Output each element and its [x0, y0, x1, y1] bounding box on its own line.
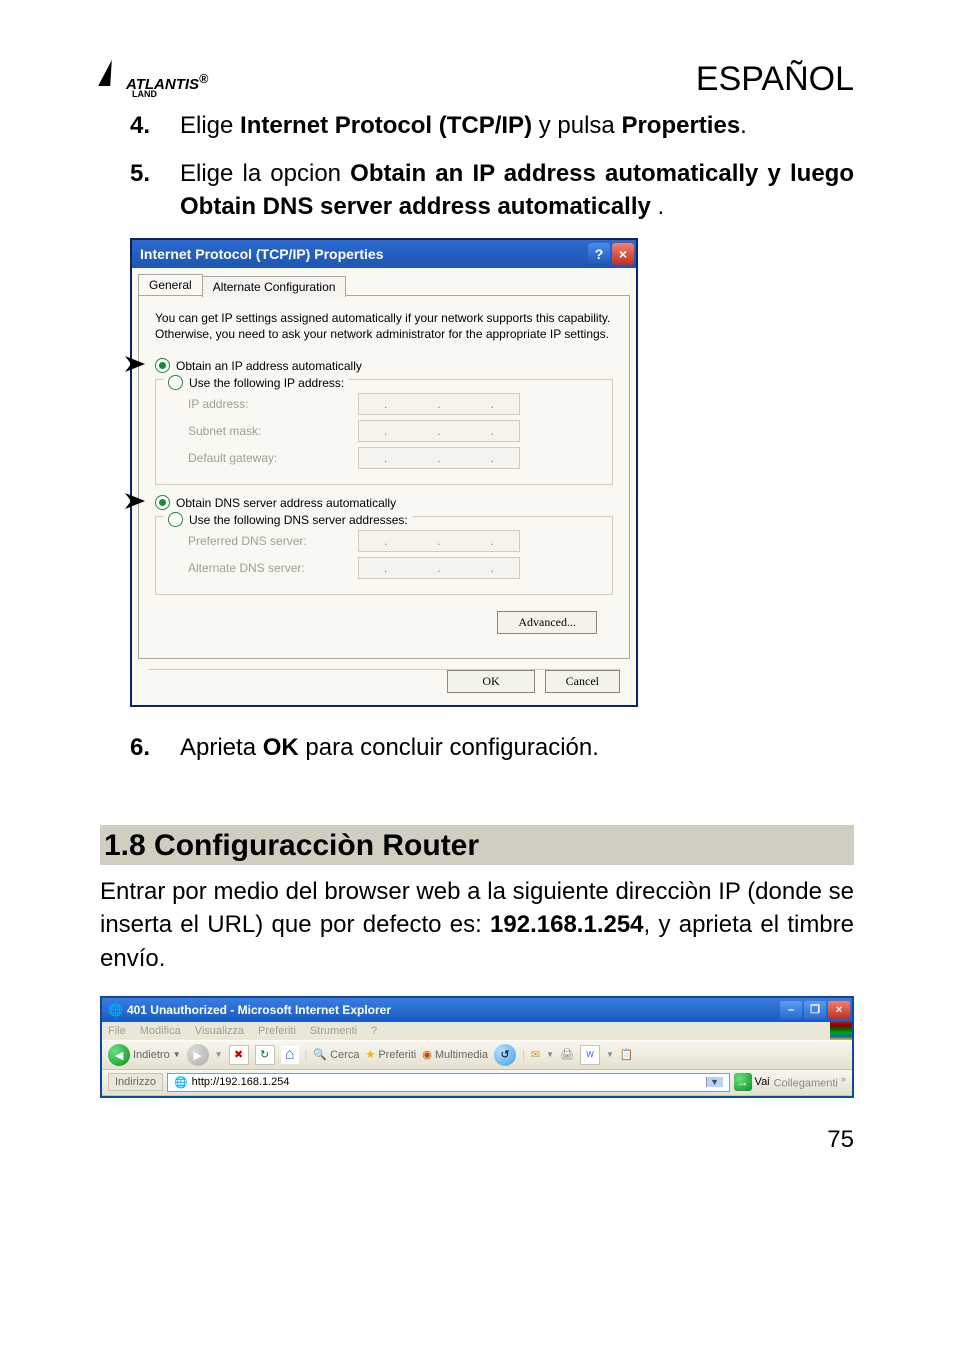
section-paragraph: Entrar por medio del browser web a la si… [100, 875, 854, 976]
back-button[interactable]: ◄Indietro ▼ [108, 1044, 181, 1066]
dialog-titlebar: Internet Protocol (TCP/IP) Properties ? … [132, 240, 636, 268]
tab-alternate-config[interactable]: Alternate Configuration [202, 276, 347, 297]
pointer-arrow-icon [123, 354, 151, 377]
step-5: 5. Elige la opcion Obtain an IP address … [130, 157, 854, 224]
menu-tools[interactable]: Strumenti [310, 1025, 357, 1037]
menu-help[interactable]: ? [371, 1025, 377, 1037]
step-6: 6. Aprieta OK para concluir configuració… [130, 731, 854, 765]
page-number: 75 [100, 1126, 854, 1154]
ie-titlebar: 🌐 401 Unauthorized - Microsoft Internet … [102, 998, 852, 1022]
alternate-dns-input[interactable]: ... [358, 557, 520, 579]
windows-logo-icon [830, 1022, 852, 1040]
discuss-button[interactable]: 📋 [620, 1048, 634, 1061]
default-gateway-input[interactable]: ... [358, 447, 520, 469]
page-icon: 🌐 [174, 1076, 188, 1089]
favorites-button[interactable]: ★Preferiti [365, 1048, 416, 1061]
address-input[interactable]: 🌐 http://192.168.1.254 ▼ [167, 1073, 730, 1092]
print-button[interactable]: 🖨 [560, 1048, 574, 1061]
ie-page-icon: 🌐 [108, 1003, 123, 1017]
help-button[interactable]: ? [588, 243, 610, 265]
menu-favorites[interactable]: Preferiti [258, 1025, 296, 1037]
advanced-button[interactable]: Advanced... [497, 611, 597, 634]
radio-use-dns[interactable]: Use the following DNS server addresses: [164, 512, 412, 527]
dns-fieldset: Use the following DNS server addresses: … [155, 516, 613, 595]
pointer-arrow-icon [123, 491, 151, 514]
brand-logo: ATLANTIS® LAND [100, 72, 208, 99]
radio-icon [155, 495, 170, 510]
menu-file[interactable]: File [108, 1025, 126, 1037]
radio-icon [168, 512, 183, 527]
address-dropdown-icon[interactable]: ▼ [706, 1077, 723, 1087]
preferred-dns-input[interactable]: ... [358, 530, 520, 552]
menu-edit[interactable]: Modifica [140, 1025, 181, 1037]
radio-icon [155, 358, 170, 373]
forward-button[interactable]: ► [187, 1044, 209, 1066]
search-button[interactable]: 🔍Cerca [313, 1048, 359, 1061]
page-language: ESPAÑOL [696, 60, 854, 99]
alternate-dns-label: Alternate DNS server: [188, 561, 358, 575]
edit-button[interactable]: W [580, 1045, 600, 1065]
links-label[interactable]: Collegamenti » [774, 1074, 846, 1090]
home-button[interactable]: ⌂ [281, 1046, 299, 1064]
ip-address-label: IP address: [188, 397, 358, 411]
minimize-button[interactable]: – [780, 1001, 802, 1019]
subnet-mask-input[interactable]: ... [358, 420, 520, 442]
subnet-mask-label: Subnet mask: [188, 424, 358, 438]
step-4: 4. Elige Internet Protocol (TCP/IP) y pu… [130, 109, 854, 143]
preferred-dns-label: Preferred DNS server: [188, 534, 358, 548]
mail-button[interactable]: ✉ [531, 1048, 540, 1061]
radio-use-ip[interactable]: Use the following IP address: [164, 375, 348, 390]
dialog-intro-text: You can get IP settings assigned automat… [155, 310, 613, 342]
cancel-button[interactable]: Cancel [545, 670, 620, 693]
ie-addressbar: Indirizzo 🌐 http://192.168.1.254 ▼ →Vai … [102, 1070, 852, 1096]
radio-obtain-dns[interactable]: Obtain DNS server address automatically [155, 495, 613, 510]
tab-general[interactable]: General [138, 274, 203, 295]
ok-button[interactable]: OK [447, 670, 534, 693]
ie-title-text: 401 Unauthorized - Microsoft Internet Ex… [127, 1003, 391, 1017]
address-label: Indirizzo [108, 1073, 163, 1091]
close-button[interactable]: × [612, 243, 634, 265]
ip-address-input[interactable]: ... [358, 393, 520, 415]
radio-obtain-ip[interactable]: Obtain an IP address automatically [155, 358, 613, 373]
close-button[interactable]: × [828, 1001, 850, 1019]
section-heading: 1.8 Configuracciòn Router [100, 825, 854, 865]
refresh-button[interactable]: ↻ [255, 1045, 275, 1065]
radio-icon [168, 375, 183, 390]
ie-menubar: File Modifica Visualizza Preferiti Strum… [102, 1023, 830, 1039]
dialog-title: Internet Protocol (TCP/IP) Properties [140, 246, 383, 262]
history-button[interactable]: ↺ [494, 1044, 516, 1066]
dialog-tabs: General Alternate Configuration [132, 268, 636, 295]
default-gateway-label: Default gateway: [188, 451, 358, 465]
ie-toolbar: ◄Indietro ▼ ►▼ ✖ ↻ ⌂ | 🔍Cerca ★Preferiti… [102, 1040, 852, 1070]
ie-window: 🌐 401 Unauthorized - Microsoft Internet … [100, 996, 854, 1098]
maximize-button[interactable]: ❐ [804, 1001, 826, 1019]
stop-button[interactable]: ✖ [229, 1045, 249, 1065]
menu-view[interactable]: Visualizza [195, 1025, 244, 1037]
tcpip-properties-dialog: Internet Protocol (TCP/IP) Properties ? … [130, 238, 638, 707]
media-button[interactable]: ◉Multimedia [422, 1048, 488, 1061]
go-button[interactable]: →Vai [734, 1073, 770, 1091]
ip-fieldset: Use the following IP address: IP address… [155, 379, 613, 485]
